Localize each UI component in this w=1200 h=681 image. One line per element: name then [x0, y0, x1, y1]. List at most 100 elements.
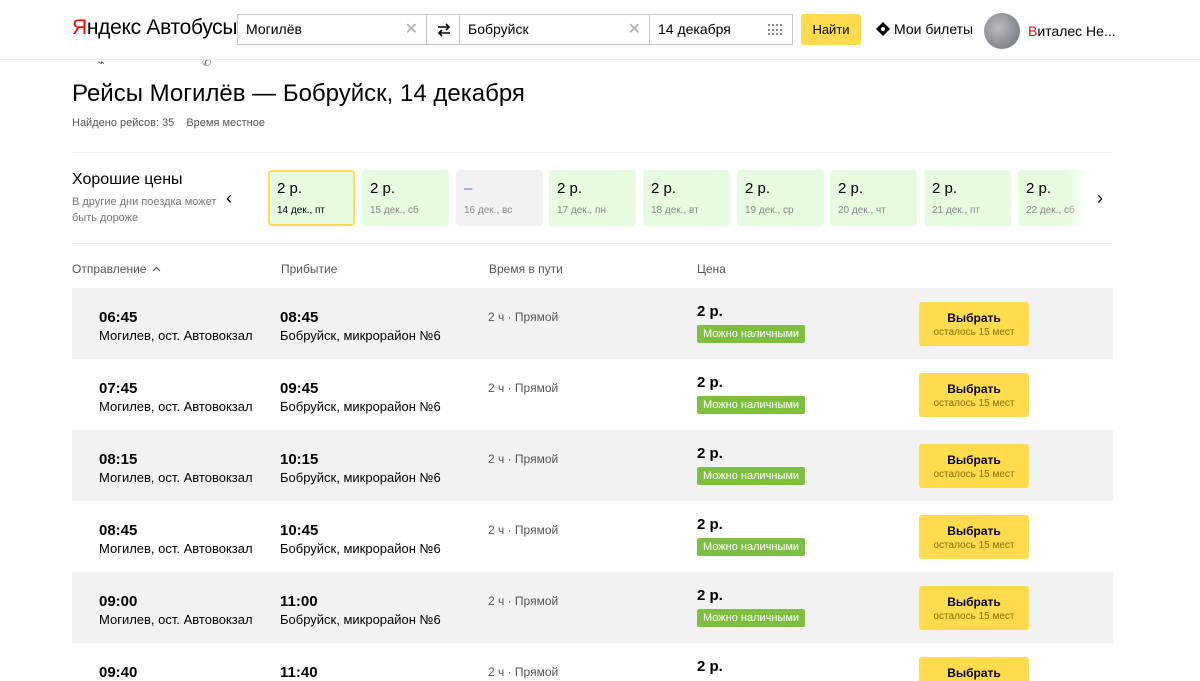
- price-card-date: 19 дек., ср: [745, 205, 794, 216]
- found-count: Найдено рейсов: 35: [72, 117, 175, 129]
- price-calendar: 2 р. 14 дек., пт 2 р. 15 дек., сб – 16 д…: [244, 170, 1088, 226]
- select-label: Выбрать: [947, 595, 1001, 609]
- date-value: 14 декабря: [658, 21, 731, 37]
- arrival-time: 08:45: [280, 309, 319, 326]
- select-label: Выбрать: [947, 311, 1001, 325]
- trip-price: 2 р.: [697, 374, 723, 391]
- price-card-date: 20 дек., чт: [838, 205, 886, 216]
- ticket-icon: [876, 22, 890, 36]
- price-card[interactable]: 2 р. 17 дек., пн: [549, 170, 636, 226]
- select-trip-button[interactable]: Выбрать осталось 15 мест: [919, 302, 1029, 346]
- cash-badge: Можно наличными: [697, 396, 806, 414]
- price-card[interactable]: 2 р. 21 дек., пт: [924, 170, 1011, 226]
- select-trip-button[interactable]: Выбрать осталось 15 мест: [919, 373, 1029, 417]
- price-card-date: 21 дек., пт: [932, 205, 981, 216]
- trip-row: 07:45 Могилев, ост. Автовокзал 09:45 Боб…: [72, 359, 1113, 430]
- price-card[interactable]: 2 р. 18 дек., вт: [643, 170, 730, 226]
- select-trip-button[interactable]: Выбрать: [919, 657, 1029, 681]
- date-field[interactable]: 14 декабря: [649, 14, 793, 45]
- price-card-date: 15 дек., сб: [370, 205, 419, 216]
- arrival-time: 11:40: [280, 664, 318, 681]
- price-card[interactable]: 2 р. 15 дек., сб: [362, 170, 449, 226]
- arrival-time: 11:00: [280, 593, 318, 610]
- arrival-place: Бобруйск, микрорайон №6: [280, 328, 441, 343]
- sort-by-price[interactable]: Цена: [697, 262, 726, 276]
- from-field[interactable]: Могилёв ✕: [237, 14, 427, 45]
- arrival-place: Бобруйск, микрорайон №6: [280, 399, 441, 414]
- price-card[interactable]: 2 р. 22 дек., сб: [1018, 170, 1088, 226]
- trip-duration: 2 ч · Прямой: [488, 381, 559, 395]
- departure-place: Могилев, ост. Автовокзал: [99, 612, 253, 627]
- seats-left: осталось 15 мест: [933, 398, 1015, 409]
- clear-from-icon[interactable]: ✕: [405, 15, 418, 44]
- strip-fade-left: [244, 170, 264, 226]
- trip-row: 08:45 Могилев, ост. Автовокзал 10:45 Боб…: [72, 501, 1113, 572]
- find-button[interactable]: Найти: [801, 14, 861, 45]
- clear-to-icon[interactable]: ✕: [628, 15, 641, 44]
- price-card-price: 2 р.: [745, 180, 771, 197]
- arrival-time: 10:45: [280, 522, 319, 539]
- select-label: Выбрать: [947, 666, 1001, 680]
- trip-duration: 2 ч · Прямой: [488, 665, 559, 679]
- divider: [72, 152, 1112, 153]
- price-card[interactable]: 2 р. 19 дек., ср: [737, 170, 824, 226]
- sort-by-duration[interactable]: Время в пути: [489, 262, 563, 276]
- trip-price: 2 р.: [697, 303, 723, 320]
- departure-time: 09:40: [99, 664, 138, 681]
- results-meta: Найдено рейсов: 35 Время местное: [72, 117, 265, 129]
- from-value: Могилёв: [246, 21, 302, 37]
- seats-left: осталось 15 мест: [933, 327, 1015, 338]
- trip-duration: 2 ч · Прямой: [488, 523, 559, 537]
- departure-time: 07:45: [99, 380, 138, 397]
- cash-badge: Можно наличными: [697, 538, 806, 556]
- seats-left: осталось 15 мест: [933, 540, 1015, 551]
- user-name[interactable]: Виталес Не...: [1028, 23, 1116, 39]
- swap-cities-button[interactable]: [426, 14, 460, 45]
- sort-by-arrival[interactable]: Прибытие: [281, 262, 337, 276]
- seats-left: осталось 15 мест: [933, 469, 1015, 480]
- trip-duration: 2 ч · Прямой: [488, 594, 559, 608]
- my-tickets-label: Мои билеты: [894, 21, 974, 37]
- arrival-time: 10:15: [280, 451, 319, 468]
- prev-dates-arrow[interactable]: ‹: [226, 188, 232, 209]
- price-card[interactable]: – 16 дек., вс: [456, 170, 543, 226]
- sort-by-departure[interactable]: Отправление: [72, 262, 161, 276]
- departure-place: Могилев, ост. Автовокзал: [99, 541, 253, 556]
- sort-asc-icon: [152, 266, 161, 272]
- departure-column-label: Отправление: [72, 262, 147, 276]
- departure-place: Могилев, ост. Автовокзал: [99, 470, 253, 485]
- select-trip-button[interactable]: Выбрать осталось 15 мест: [919, 515, 1029, 559]
- select-label: Выбрать: [947, 524, 1001, 538]
- trip-price: 2 р.: [697, 516, 723, 533]
- my-tickets-link[interactable]: Мои билеты: [876, 21, 973, 37]
- logo-letter: Я: [72, 16, 87, 39]
- trip-row: 09:40 11:40 2 ч · Прямой 2 р. Выбрать: [72, 643, 1113, 681]
- select-trip-button[interactable]: Выбрать осталось 15 мест: [919, 586, 1029, 630]
- yandex-buses-logo[interactable]: Яндекс Автобусы: [72, 16, 237, 40]
- logo-service: Автобусы: [146, 16, 238, 39]
- departure-time: 09:00: [99, 593, 138, 610]
- departure-time: 08:45: [99, 522, 138, 539]
- price-card[interactable]: 2 р. 20 дек., чт: [830, 170, 917, 226]
- departure-place: Могилев, ост. Автовокзал: [99, 328, 253, 343]
- arrival-place: Бобруйск, микрорайон №6: [280, 541, 441, 556]
- next-dates-arrow[interactable]: ›: [1097, 188, 1103, 209]
- price-card[interactable]: 2 р. 14 дек., пт: [268, 170, 355, 226]
- price-card-price: 2 р.: [932, 180, 958, 197]
- avatar[interactable]: [984, 13, 1020, 49]
- calendar-icon[interactable]: [768, 24, 782, 36]
- trip-duration: 2 ч · Прямой: [488, 310, 559, 324]
- trip-row: 09:00 Могилев, ост. Автовокзал 11:00 Боб…: [72, 572, 1113, 643]
- trip-price: 2 р.: [697, 587, 723, 604]
- price-card-date: 17 дек., пн: [557, 205, 606, 216]
- cash-badge: Можно наличными: [697, 609, 806, 627]
- to-field[interactable]: Бобруйск ✕: [459, 14, 650, 45]
- price-card-price: 2 р.: [370, 180, 396, 197]
- local-time-note: Время местное: [186, 117, 265, 129]
- trip-price: 2 р.: [697, 658, 723, 675]
- page-title: Рейсы Могилёв — Бобруйск, 14 декабря: [72, 80, 525, 107]
- arrival-time: 09:45: [280, 380, 319, 397]
- departure-place: Могилев, ост. Автовокзал: [99, 399, 253, 414]
- price-card-price: 2 р.: [1026, 180, 1052, 197]
- select-trip-button[interactable]: Выбрать осталось 15 мест: [919, 444, 1029, 488]
